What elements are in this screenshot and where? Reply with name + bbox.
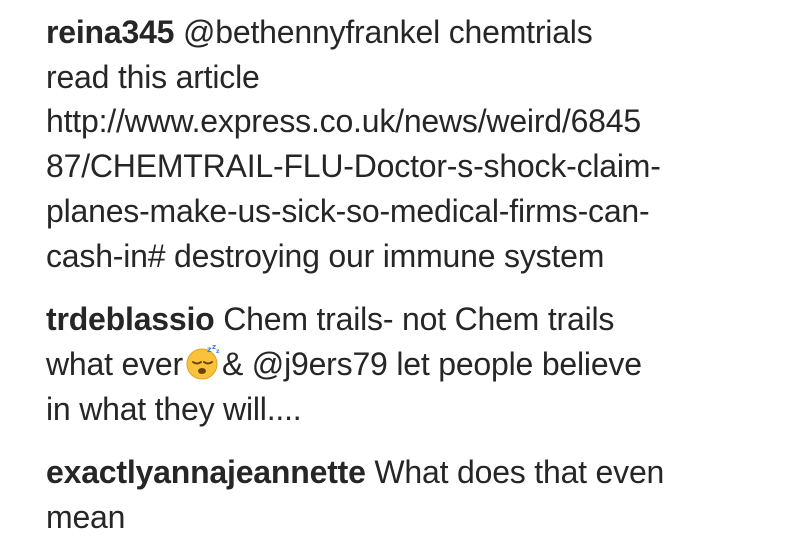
comment: trdeblassio Chem trails- not Chem trails…: [46, 297, 766, 431]
comment-text: &: [221, 345, 244, 382]
comment-line: exactlyannajeannette What does that even: [46, 450, 766, 495]
comment-text: read this article: [46, 58, 260, 95]
sleeping-face-emoji-icon: z z z: [185, 343, 221, 380]
comment-line: what ever z z z & @j9ers79 let people be…: [46, 342, 766, 387]
comment-mention[interactable]: @j9ers79: [252, 346, 388, 382]
comment-text: mean: [46, 499, 126, 536]
comment-text: what ever: [46, 345, 183, 382]
comment-link[interactable]: planes-make-us-sick-so-medical-firms-can…: [46, 189, 766, 234]
comment-text: cash-in# destroying our immune system: [46, 237, 605, 274]
comment-text: in what they will....: [46, 390, 302, 427]
comment-line: trdeblassio Chem trails- not Chem trails: [46, 297, 766, 342]
comment-list: reina345 @bethennyfrankel chemtrials rea…: [46, 10, 766, 540]
comment-text: let people believe: [396, 345, 642, 382]
comment: exactlyannajeannette What does that even…: [46, 450, 766, 539]
comment-text: chemtrials: [448, 14, 593, 50]
comment-link[interactable]: 87/CHEMTRAIL-FLU-Doctor-s-shock-claim-: [46, 144, 766, 189]
comment-username[interactable]: trdeblassio: [46, 301, 215, 337]
comment-text: Chem trails- not Chem trails: [223, 301, 615, 338]
comment-mention[interactable]: @bethennyfrankel: [183, 14, 440, 50]
comment-link[interactable]: http://www.express.co.uk/news/weird/6845: [46, 99, 766, 144]
comment: reina345 @bethennyfrankel chemtrials rea…: [46, 10, 766, 278]
comment-username[interactable]: reina345: [46, 14, 174, 50]
comment-text: What does that even: [374, 454, 665, 491]
svg-text:z: z: [216, 348, 220, 355]
comment-username[interactable]: exactlyannajeannette: [46, 454, 366, 490]
comment-line: reina345 @bethennyfrankel chemtrials: [46, 10, 766, 55]
